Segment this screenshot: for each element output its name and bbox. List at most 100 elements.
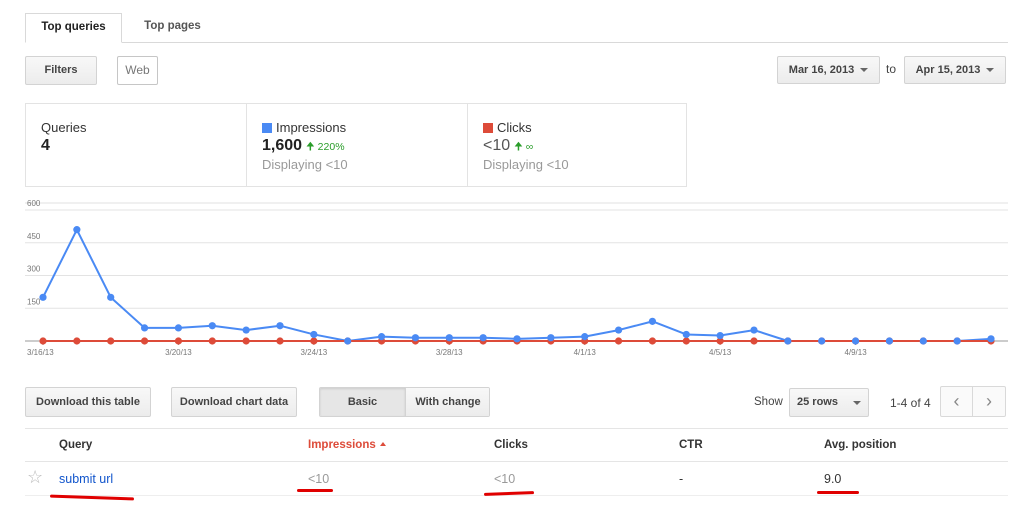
column-header-clicks[interactable]: Clicks bbox=[494, 439, 528, 451]
data-point-clicks bbox=[614, 337, 623, 345]
filters-button[interactable]: Filters bbox=[25, 56, 97, 85]
data-point-impressions bbox=[784, 337, 792, 345]
queries-value: 4 bbox=[41, 137, 50, 154]
query-link[interactable]: submit url bbox=[59, 472, 113, 486]
data-point-impressions bbox=[581, 333, 589, 341]
clicks-header: Clicks bbox=[483, 120, 532, 135]
impressions-metric[interactable]: Impressions 1,600 🠉 220% Displaying <10 bbox=[246, 104, 466, 186]
rows-per-page-value: 25 rows bbox=[797, 396, 838, 408]
data-point-impressions bbox=[39, 293, 47, 301]
data-point-impressions bbox=[445, 334, 453, 342]
data-point-impressions bbox=[107, 293, 115, 301]
clicks-change: 🠉 ∞ bbox=[514, 141, 533, 153]
table-header: Query Impressions Clicks CTR Avg. positi… bbox=[25, 428, 1008, 462]
data-point-clicks bbox=[39, 337, 47, 345]
y-tick-label: 150 bbox=[27, 297, 41, 306]
column-header-ctr[interactable]: CTR bbox=[679, 439, 703, 451]
metrics-summary: Queries 4 Impressions 1,600 🠉 220% Displa… bbox=[25, 103, 687, 187]
column-header-impressions[interactable]: Impressions bbox=[308, 439, 386, 451]
basic-mode-button[interactable]: Basic bbox=[320, 388, 406, 416]
download-chart-button[interactable]: Download chart data bbox=[171, 387, 297, 417]
impressions-swatch bbox=[262, 123, 272, 133]
data-point-impressions bbox=[750, 326, 758, 334]
search-type-chip[interactable]: Web bbox=[117, 56, 158, 85]
impressions-cell: <10 bbox=[308, 472, 330, 486]
impressions-change-value: 220% bbox=[317, 141, 345, 153]
impressions-change: 🠉 220% bbox=[306, 141, 344, 153]
performance-chart: 150 300 450 600 3/16/13 3/20/13 3/24/13 3/28/13… bbox=[25, 200, 1008, 357]
report-tabs: Top queries Top pages bbox=[25, 13, 1008, 43]
data-point-impressions bbox=[140, 324, 149, 332]
clicks-metric[interactable]: Clicks <10 🠉 ∞ Displaying <10 bbox=[467, 104, 687, 186]
show-label: Show bbox=[754, 396, 783, 408]
clicks-value: <10 bbox=[483, 137, 511, 154]
start-date-picker[interactable]: Mar 16, 2013 bbox=[777, 56, 880, 84]
data-point-impressions bbox=[174, 324, 183, 332]
view-mode-toggle: Basic With change bbox=[319, 387, 490, 417]
data-point-impressions bbox=[818, 337, 826, 345]
data-point-impressions bbox=[648, 317, 657, 325]
clicks-cell: <10 bbox=[494, 472, 516, 486]
pagination-range: 1-4 of 4 bbox=[890, 396, 931, 410]
x-tick-label: 4/9/13 bbox=[844, 348, 867, 357]
data-point-clicks bbox=[276, 337, 284, 345]
column-header-query[interactable]: Query bbox=[59, 439, 92, 451]
data-point-clicks bbox=[174, 337, 183, 345]
data-point-clicks bbox=[750, 337, 758, 345]
date-separator: to bbox=[886, 62, 897, 76]
end-date-label: Apr 15, 2013 bbox=[915, 64, 981, 76]
data-point-impressions bbox=[377, 333, 386, 341]
y-tick-label: 300 bbox=[27, 265, 41, 274]
queries-label: Queries bbox=[41, 120, 87, 135]
impressions-header: Impressions bbox=[262, 120, 346, 135]
previous-page-button[interactable]: ‹ bbox=[940, 386, 973, 417]
tab-top-pages[interactable]: Top pages bbox=[125, 13, 220, 41]
data-point-impressions bbox=[242, 326, 250, 334]
data-point-impressions bbox=[682, 330, 690, 339]
x-tick-label: 4/1/13 bbox=[574, 348, 597, 357]
next-page-button[interactable]: › bbox=[973, 386, 1006, 417]
clicks-label: Clicks bbox=[497, 120, 532, 135]
data-point-impressions bbox=[208, 322, 216, 330]
rows-per-page-select[interactable]: 25 rows bbox=[789, 388, 869, 417]
impressions-value-row: 1,600 🠉 220% bbox=[262, 137, 345, 157]
sort-ascending-icon bbox=[379, 442, 386, 446]
tab-top-queries[interactable]: Top queries bbox=[25, 13, 122, 43]
data-point-impressions bbox=[73, 226, 81, 234]
queries-metric: Queries 4 bbox=[26, 104, 246, 186]
y-tick-label: 450 bbox=[27, 232, 41, 241]
x-tick-label: 4/5/13 bbox=[709, 348, 732, 357]
data-point-clicks bbox=[73, 337, 81, 345]
column-header-avg-position[interactable]: Avg. position bbox=[824, 439, 896, 451]
data-point-impressions bbox=[547, 334, 555, 342]
annotation-underline-position bbox=[817, 491, 859, 494]
download-table-button[interactable]: Download this table bbox=[25, 387, 151, 417]
clicks-change-value: ∞ bbox=[525, 141, 534, 153]
data-point-impressions bbox=[851, 337, 860, 345]
impressions-header-label: Impressions bbox=[308, 439, 376, 451]
end-date-picker[interactable]: Apr 15, 2013 bbox=[904, 56, 1006, 84]
data-point-impressions bbox=[513, 335, 521, 343]
data-point-impressions bbox=[276, 322, 284, 330]
star-icon[interactable]: ☆ bbox=[27, 467, 43, 488]
chevron-down-icon bbox=[860, 68, 869, 73]
data-point-impressions bbox=[953, 337, 961, 345]
arrow-up-icon: 🠉 bbox=[306, 141, 315, 153]
chevron-down-icon bbox=[986, 68, 995, 73]
y-tick-label: 600 bbox=[27, 200, 41, 208]
data-point-clicks bbox=[140, 337, 149, 345]
clicks-value-row: <10 🠉 ∞ bbox=[483, 137, 533, 157]
chevron-left-icon: ‹ bbox=[953, 391, 960, 411]
with-change-mode-button[interactable]: With change bbox=[406, 388, 489, 416]
data-point-impressions bbox=[310, 330, 318, 339]
data-point-impressions bbox=[479, 334, 487, 342]
ctr-cell: - bbox=[679, 472, 684, 486]
chevron-down-icon bbox=[853, 401, 861, 405]
data-point-impressions bbox=[716, 331, 724, 340]
avg-position-cell: 9.0 bbox=[824, 472, 842, 486]
start-date-label: Mar 16, 2013 bbox=[788, 64, 855, 76]
x-tick-label: 3/16/13 bbox=[27, 348, 54, 357]
data-point-clicks bbox=[107, 337, 115, 345]
data-point-clicks bbox=[310, 337, 318, 345]
data-point-impressions bbox=[614, 326, 623, 334]
